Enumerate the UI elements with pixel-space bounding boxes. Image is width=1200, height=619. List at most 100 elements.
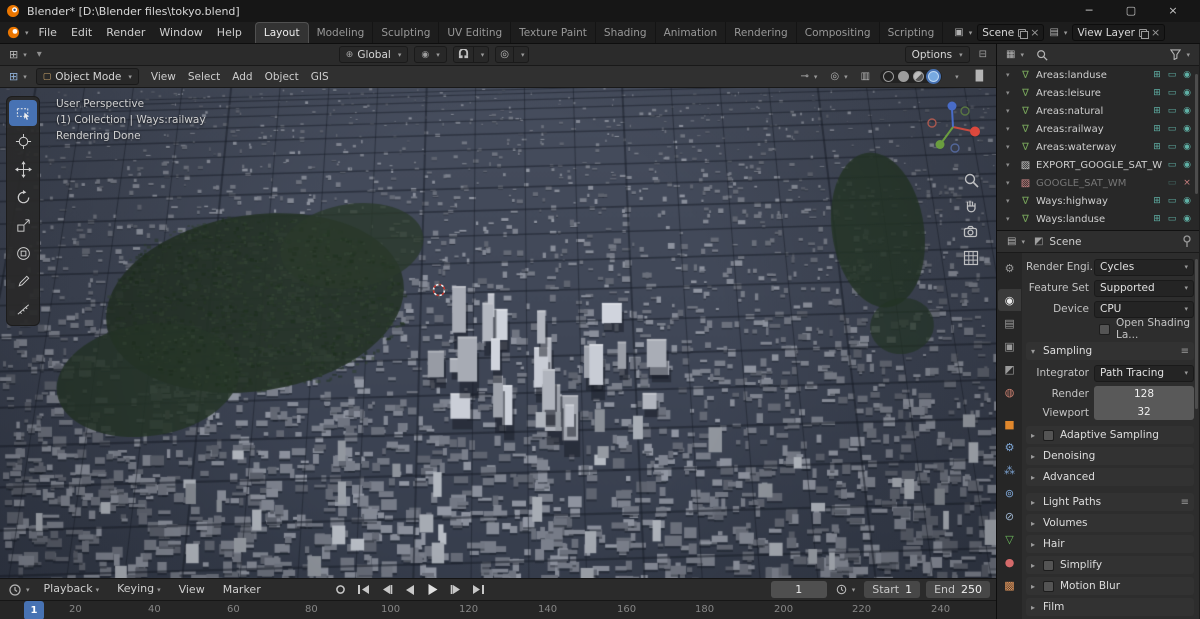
section-film[interactable]: ▸ Film bbox=[1026, 598, 1194, 616]
tool-options-icon[interactable]: ▾ bbox=[34, 49, 45, 60]
current-frame-field[interactable]: 1 bbox=[770, 581, 827, 598]
minimize-button[interactable]: ─ bbox=[1068, 0, 1110, 22]
browse-scene-icon[interactable]: ▣ ▾ bbox=[951, 27, 975, 38]
navigation-gizmo[interactable] bbox=[922, 94, 984, 156]
screen-visibility-icon[interactable]: ▭ bbox=[1166, 88, 1178, 98]
jump-to-start-button[interactable] bbox=[355, 582, 373, 598]
workspace-tab-sculpting[interactable]: Sculpting bbox=[373, 22, 440, 43]
workspace-tab-uv-editing[interactable]: UV Editing bbox=[439, 22, 512, 43]
outliner-row-export-google-sat[interactable]: ▾ ▨ EXPORT_GOOGLE_SAT_WM ▭ ◉ bbox=[997, 156, 1199, 174]
gizmo-dropdown[interactable]: ⊸ ▾ bbox=[797, 71, 820, 82]
simplify-checkbox[interactable] bbox=[1043, 559, 1054, 571]
outliner-row-google-sat[interactable]: ▾ ▨ GOOGLE_SAT_WM ▭ × bbox=[997, 174, 1199, 192]
disclosure-icon[interactable]: ▾ bbox=[1006, 89, 1015, 97]
outliner-row-areas-natural[interactable]: ▾ ∇ Areas:natural ⊞ ▭ ◉ bbox=[997, 102, 1199, 120]
exclude-icon[interactable]: ⊞ bbox=[1151, 106, 1163, 116]
outliner-row-areas-leisure[interactable]: ▾ ∇ Areas:leisure ⊞ ▭ ◉ bbox=[997, 84, 1199, 102]
outliner-row-areas-landuse[interactable]: ▾ ∇ Areas:landuse ⊞ ▭ ◉ bbox=[997, 66, 1199, 84]
render-visibility-icon[interactable]: ◉ bbox=[1181, 124, 1193, 134]
browse-view-layer-icon[interactable]: ▤ ▾ bbox=[1046, 27, 1070, 38]
auto-keying-toggle[interactable] bbox=[332, 582, 350, 598]
pin-icon[interactable] bbox=[1182, 235, 1192, 248]
samples-render-field[interactable]: 128 bbox=[1094, 385, 1194, 403]
preset-menu-icon[interactable]: ≡ bbox=[1181, 346, 1189, 357]
viewport-menu-select[interactable]: Select bbox=[182, 66, 226, 88]
shading-dropdown[interactable]: ▾ bbox=[949, 73, 962, 81]
jump-to-end-button[interactable] bbox=[470, 582, 488, 598]
motion-blur-checkbox[interactable] bbox=[1043, 580, 1054, 592]
outliner-row-areas-railway[interactable]: ▾ ∇ Areas:railway ⊞ ▭ ◉ bbox=[997, 120, 1199, 138]
header-extra-icon[interactable]: ⊟ bbox=[976, 49, 990, 60]
editor-type-viewport-icon[interactable]: ⊞ ▾ bbox=[6, 70, 30, 83]
section-denoising[interactable]: ▸ Denoising bbox=[1026, 447, 1194, 465]
disclosure-icon[interactable]: ▾ bbox=[1006, 71, 1015, 79]
viewport-3d[interactable]: User Perspective (1) Collection | Ways:r… bbox=[0, 88, 996, 578]
screen-visibility-icon[interactable]: ▭ bbox=[1166, 124, 1178, 134]
new-scene-button[interactable] bbox=[1018, 28, 1029, 39]
editor-type-timeline-icon[interactable]: ▾ bbox=[6, 583, 33, 596]
editor-type-outliner-icon[interactable]: ▦ ▾ bbox=[1003, 49, 1027, 60]
tab-scene[interactable]: ◩ bbox=[998, 358, 1021, 380]
disclosure-icon[interactable]: ▾ bbox=[1006, 143, 1015, 151]
timeline-menu-marker[interactable]: Marker bbox=[216, 579, 268, 601]
tab-render[interactable]: ◉ bbox=[998, 289, 1021, 311]
unlink-icon[interactable]: × bbox=[1181, 178, 1193, 188]
camera-view-icon[interactable] bbox=[963, 224, 979, 240]
frame-start-field[interactable]: Start 1 bbox=[864, 581, 921, 598]
render-visibility-icon[interactable]: ◉ bbox=[1181, 106, 1193, 116]
tab-modifiers[interactable]: ⚙ bbox=[998, 436, 1021, 458]
tab-tool[interactable]: ⚙ bbox=[998, 257, 1021, 279]
outliner-filter-icon[interactable]: ▾ bbox=[1167, 49, 1193, 60]
tab-world[interactable]: ◍ bbox=[998, 381, 1021, 403]
screen-visibility-icon[interactable]: ▭ bbox=[1166, 214, 1178, 224]
workspace-tab-texture-paint[interactable]: Texture Paint bbox=[511, 22, 596, 43]
preset-menu-icon[interactable]: ≡ bbox=[1181, 497, 1189, 508]
feature-set-dropdown[interactable]: Supported ▾ bbox=[1094, 279, 1194, 297]
section-motion-blur[interactable]: ▸ Motion Blur bbox=[1026, 577, 1194, 595]
render-engine-dropdown[interactable]: Cycles ▾ bbox=[1094, 258, 1194, 276]
outliner-row-ways-highway[interactable]: ▾ ∇ Ways:highway ⊞ ▭ ◉ bbox=[997, 192, 1199, 210]
mode-dropdown[interactable]: ▢ Object Mode ▾ bbox=[35, 68, 139, 85]
exclude-icon[interactable]: ⊞ bbox=[1151, 196, 1163, 206]
playback-sync-dropdown[interactable]: ▾ bbox=[833, 584, 859, 595]
adaptive-sampling-checkbox[interactable] bbox=[1043, 429, 1054, 441]
measure-tool[interactable] bbox=[9, 296, 37, 322]
viewport-menu-object[interactable]: Object bbox=[259, 66, 305, 88]
outliner-search-icon[interactable] bbox=[1033, 49, 1051, 61]
exclude-icon[interactable]: ⊞ bbox=[1151, 124, 1163, 134]
screen-visibility-icon[interactable]: ▭ bbox=[1166, 106, 1178, 116]
view-layer-selector[interactable]: View Layer × bbox=[1072, 24, 1166, 41]
transform-tool[interactable] bbox=[9, 240, 37, 266]
exclude-icon[interactable]: ⊞ bbox=[1151, 214, 1163, 224]
previous-keyframe-button[interactable] bbox=[378, 582, 396, 598]
tab-object[interactable]: ■ bbox=[998, 413, 1021, 435]
tab-physics[interactable]: ⊚ bbox=[998, 482, 1021, 504]
rotate-tool[interactable] bbox=[9, 184, 37, 210]
disclosure-icon[interactable]: ▾ bbox=[1006, 179, 1015, 187]
xray-toggle[interactable]: ▥ bbox=[858, 71, 873, 82]
viewport-menu-gis[interactable]: GIS bbox=[305, 66, 335, 88]
render-visibility-icon[interactable]: ◉ bbox=[1181, 196, 1193, 206]
properties-scrollbar[interactable] bbox=[1195, 259, 1198, 409]
exclude-icon[interactable]: ⊞ bbox=[1151, 142, 1163, 152]
proportional-edit-toggle[interactable]: ◎ bbox=[495, 46, 514, 63]
screen-visibility-icon[interactable]: ▭ bbox=[1166, 160, 1178, 170]
tab-output[interactable]: ▤ bbox=[998, 312, 1021, 334]
tab-view-layer[interactable]: ▣ bbox=[998, 335, 1021, 357]
render-visibility-icon[interactable]: ◉ bbox=[1181, 214, 1193, 224]
disclosure-icon[interactable]: ▾ bbox=[1006, 197, 1015, 205]
exclude-icon[interactable]: ⊞ bbox=[1151, 88, 1163, 98]
annotate-tool[interactable] bbox=[9, 268, 37, 294]
shading-rendered-button[interactable] bbox=[928, 71, 940, 82]
tab-constraints[interactable]: ⊘ bbox=[998, 505, 1021, 527]
active-tool-icon[interactable]: ⊞ ▾ bbox=[6, 48, 30, 61]
workspace-tab-animation[interactable]: Animation bbox=[656, 22, 727, 43]
ortho-grid-icon[interactable] bbox=[963, 250, 979, 266]
outliner-row-ways-landuse[interactable]: ▾ ∇ Ways:landuse ⊞ ▭ ◉ bbox=[997, 210, 1199, 228]
section-volumes[interactable]: ▸ Volumes bbox=[1026, 514, 1194, 532]
section-adaptive-sampling[interactable]: ▸ Adaptive Sampling bbox=[1026, 426, 1194, 444]
screen-visibility-icon[interactable]: ▭ bbox=[1166, 142, 1178, 152]
disclosure-icon[interactable]: ▾ bbox=[1006, 215, 1015, 223]
new-view-layer-button[interactable] bbox=[1138, 28, 1149, 39]
screen-visibility-icon[interactable]: ▭ bbox=[1166, 70, 1178, 80]
